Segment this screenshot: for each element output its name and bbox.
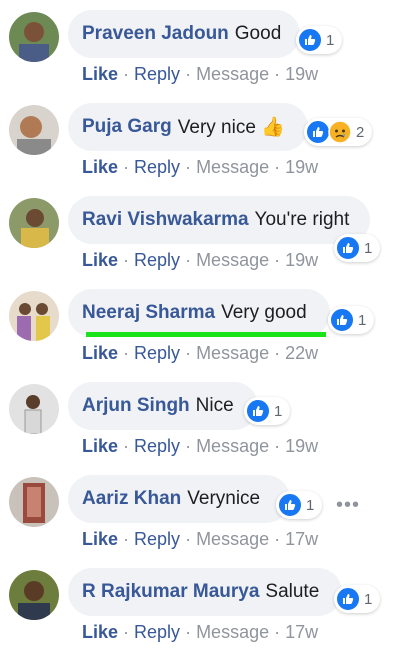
timestamp: 17w — [285, 529, 319, 549]
avatar[interactable] — [9, 291, 59, 341]
comment-text: Verynice — [187, 488, 261, 509]
comment-item: Arjun Singh Nice 1 Like · Reply · Message · 19… — [0, 372, 412, 465]
reaction-badge[interactable]: 1 — [328, 306, 375, 334]
comment-actions: Like · Reply · Message · 17w — [82, 622, 319, 642]
comment-text: Nice — [195, 395, 234, 416]
comment-bubble: Arjun Singh Nice — [68, 382, 258, 430]
comment-item: Praveen Jadoun Good 1 Like · Reply · Message… — [0, 0, 412, 93]
reaction-count: 1 — [358, 311, 367, 329]
comment-actions: Like · Reply · Message · 22w — [82, 343, 319, 363]
message-link[interactable]: Message — [196, 64, 269, 84]
reaction-count: 2 — [356, 123, 365, 141]
avatar[interactable] — [9, 12, 59, 62]
like-link[interactable]: Like — [82, 622, 118, 642]
reaction-badge[interactable]: 1 — [334, 234, 381, 262]
commenter-name[interactable]: Praveen Jadoun — [82, 23, 229, 45]
comment-item: Puja Garg Very nice 👍 2 Like · Reply · Messa… — [0, 93, 412, 186]
commenter-name[interactable]: Aariz Khan — [82, 488, 181, 510]
reaction-badge[interactable]: 2 — [304, 118, 373, 146]
like-link[interactable]: Like — [82, 436, 118, 456]
reaction-count: 1 — [364, 590, 373, 608]
reaction-count: 1 — [326, 31, 335, 49]
like-icon — [278, 493, 302, 517]
comment-text: Very nice 👍 — [177, 117, 285, 138]
message-link[interactable]: Message — [196, 157, 269, 177]
comment-item: R Rajkumar Maurya Salute 1 Like · Reply · Me… — [0, 558, 412, 651]
sad-reaction-icon — [328, 120, 352, 144]
comment-item: Neeraj Sharma Very good 1 Like · Reply · Mes… — [0, 279, 412, 372]
commenter-name[interactable]: Arjun Singh — [82, 395, 190, 417]
comment-bubble: R Rajkumar Maurya Salute — [68, 568, 342, 616]
like-icon — [298, 28, 322, 52]
message-link[interactable]: Message — [196, 436, 269, 456]
comment-text: You're right — [254, 209, 350, 230]
reply-link[interactable]: Reply — [134, 622, 180, 642]
timestamp: 22w — [285, 343, 319, 363]
avatar[interactable] — [9, 198, 59, 248]
timestamp: 19w — [285, 157, 319, 177]
comment-text: Very good — [221, 302, 307, 323]
avatar[interactable] — [9, 570, 59, 620]
reaction-count: 1 — [306, 496, 315, 514]
commenter-name[interactable]: Neeraj Sharma — [82, 302, 215, 324]
reaction-count: 1 — [274, 402, 283, 420]
like-icon — [336, 587, 360, 611]
comment-bubble: Neeraj Sharma Very good — [68, 289, 330, 337]
comment-actions: Like · Reply · Message · 19w — [82, 250, 319, 270]
reaction-badge[interactable]: 1 — [244, 397, 291, 425]
more-options-icon[interactable]: ••• — [336, 494, 360, 517]
comment-actions: Like · Reply · Message · 19w — [82, 157, 319, 177]
reply-link[interactable]: Reply — [134, 436, 180, 456]
comment-text: Salute — [265, 581, 320, 602]
reply-link[interactable]: Reply — [134, 64, 180, 84]
reply-link[interactable]: Reply — [134, 529, 180, 549]
reply-link[interactable]: Reply — [134, 343, 180, 363]
like-link[interactable]: Like — [82, 157, 118, 177]
comment-actions: Like · Reply · Message · 17w — [82, 529, 319, 549]
like-link[interactable]: Like — [82, 343, 118, 363]
comment-item: Ravi Vishwakarma You're right 1 Like · Rep… — [0, 186, 412, 279]
message-link[interactable]: Message — [196, 343, 269, 363]
comment-bubble: Puja Garg Very nice 👍 — [68, 103, 308, 151]
reaction-badge[interactable]: 1 — [296, 26, 343, 54]
timestamp: 17w — [285, 622, 319, 642]
comment-text: Good — [234, 23, 282, 44]
reply-link[interactable]: Reply — [134, 157, 180, 177]
avatar[interactable] — [9, 105, 59, 155]
timestamp: 19w — [285, 436, 319, 456]
reply-link[interactable]: Reply — [134, 250, 180, 270]
timestamp: 19w — [285, 64, 319, 84]
like-link[interactable]: Like — [82, 250, 118, 270]
like-icon — [306, 120, 330, 144]
like-link[interactable]: Like — [82, 64, 118, 84]
commenter-name[interactable]: Puja Garg — [82, 116, 172, 138]
reaction-badge[interactable]: 1 — [334, 585, 381, 613]
highlight-underline — [86, 332, 326, 337]
message-link[interactable]: Message — [196, 529, 269, 549]
comment-actions: Like · Reply · Message · 19w — [82, 436, 319, 456]
commenter-name[interactable]: R Rajkumar Maurya — [82, 581, 259, 603]
like-icon — [330, 308, 354, 332]
avatar[interactable] — [9, 384, 59, 434]
like-icon — [336, 236, 360, 260]
comment-bubble: Praveen Jadoun Good — [68, 10, 300, 58]
reaction-badge[interactable]: 1 — [276, 491, 323, 519]
message-link[interactable]: Message — [196, 250, 269, 270]
like-link[interactable]: Like — [82, 529, 118, 549]
reaction-count: 1 — [364, 239, 373, 257]
avatar[interactable] — [9, 477, 59, 527]
like-icon — [246, 399, 270, 423]
timestamp: 19w — [285, 250, 319, 270]
commenter-name[interactable]: Ravi Vishwakarma — [82, 209, 249, 231]
comment-bubble: Ravi Vishwakarma You're right — [68, 196, 370, 244]
comment-bubble: Aariz Khan Verynice — [68, 475, 290, 523]
comment-actions: Like · Reply · Message · 19w — [82, 64, 319, 84]
message-link[interactable]: Message — [196, 622, 269, 642]
